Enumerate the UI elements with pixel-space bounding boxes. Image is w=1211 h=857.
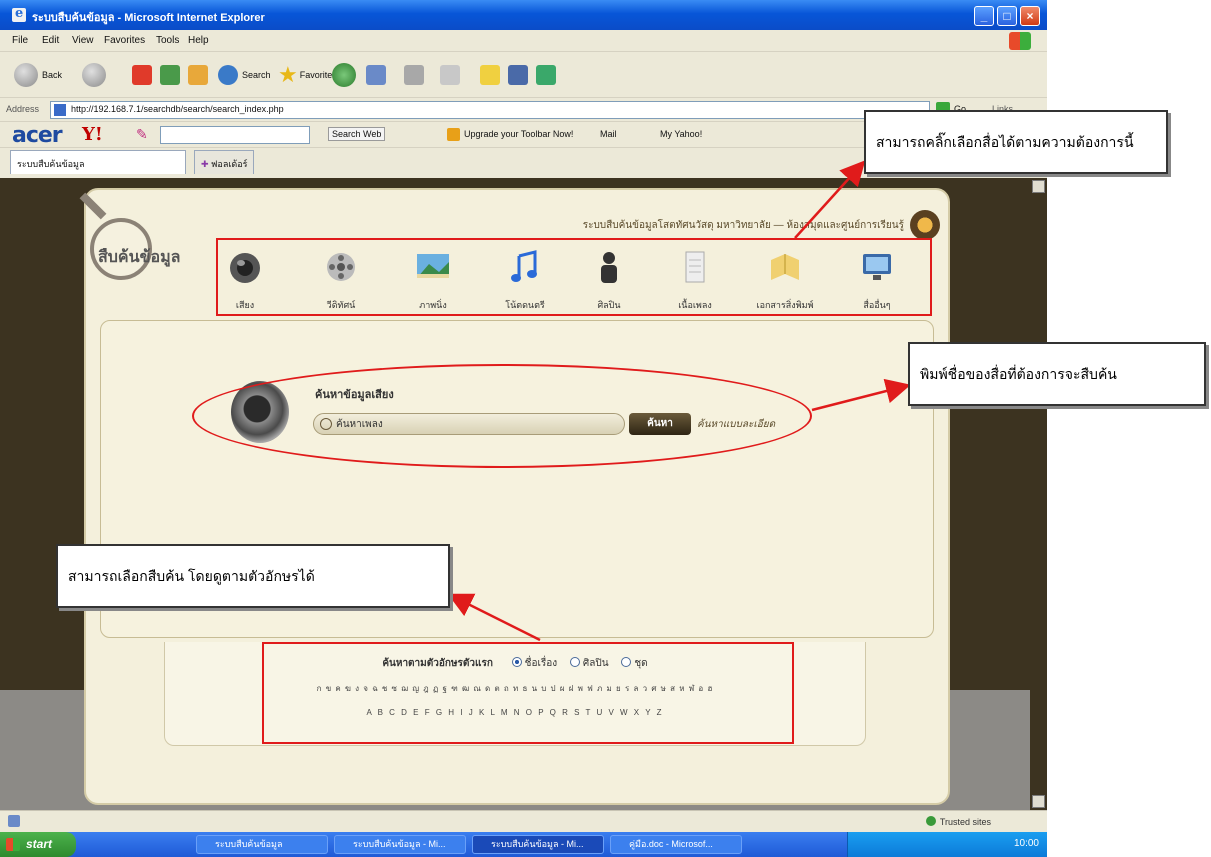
system-tray: 10:00: [847, 832, 1047, 857]
forward-button[interactable]: [82, 62, 106, 88]
mail-button[interactable]: [366, 62, 386, 88]
back-button[interactable]: Back: [14, 62, 62, 88]
messenger-button[interactable]: [536, 62, 556, 88]
menu-tools[interactable]: Tools: [156, 35, 179, 46]
windows-logo-icon: [1009, 32, 1031, 50]
vertical-scrollbar[interactable]: [1030, 178, 1047, 810]
mail-link[interactable]: Mail: [600, 129, 617, 139]
print-icon: [404, 65, 424, 85]
edit-button[interactable]: [440, 62, 460, 88]
notes-icon: [480, 65, 500, 85]
address-label: Address: [6, 104, 40, 114]
upgrade-toolbar-link[interactable]: Upgrade your Toolbar Now!: [464, 129, 573, 139]
taskbar-item[interactable]: คู่มือ.doc - Microsof...: [610, 835, 742, 854]
toolbar-search-input[interactable]: [160, 126, 310, 144]
taskbar-item-active[interactable]: ระบบสืบค้นข้อมูล - Mi...: [472, 835, 604, 854]
address-url: http://192.168.7.1/searchdb/search/searc…: [71, 104, 284, 114]
university-seal-icon: [910, 210, 940, 240]
annotation-box-categories: [216, 238, 932, 316]
home-icon: [188, 65, 208, 85]
notes-button[interactable]: [480, 62, 500, 88]
menu-file[interactable]: File: [12, 35, 28, 46]
history-button[interactable]: [332, 62, 356, 88]
page-status-icon: [8, 815, 20, 827]
mail-icon: [366, 65, 386, 85]
taskbar: start ระบบสืบค้นข้อมูล ระบบสืบค้นข้อมูล …: [0, 832, 1047, 857]
menu-favorites[interactable]: Favorites: [104, 35, 145, 46]
research-button[interactable]: [508, 62, 528, 88]
favorites-button[interactable]: ★ Favorites: [278, 62, 337, 88]
messenger-icon: [536, 65, 556, 85]
menu-help[interactable]: Help: [188, 35, 209, 46]
tab-label: ฟอลเด้อร์: [211, 159, 248, 169]
stop-button[interactable]: [132, 62, 152, 88]
research-icon: [508, 65, 528, 85]
back-label: Back: [42, 70, 63, 80]
site-header-text: ระบบสืบค้นข้อมูลโสตทัศนวัสดุ มหาวิทยาลัย…: [582, 220, 904, 231]
windows-flag-icon: [6, 838, 20, 851]
window-title: ระบบสืบค้นข้อมูล - Microsoft Internet Ex…: [32, 12, 265, 24]
search-button[interactable]: Search: [218, 62, 271, 88]
tab-search-system[interactable]: ระบบสืบค้นข้อมูล: [10, 150, 186, 174]
my-yahoo-link[interactable]: My Yahoo!: [660, 129, 702, 139]
callout-select-media: สามารถคลิ๊กเลือกสื่อได้ตามความต้องการนี้: [864, 110, 1168, 174]
refresh-icon: [160, 65, 180, 85]
tab-label: ระบบสืบค้นข้อมูล: [17, 159, 85, 169]
status-bar: Trusted sites: [0, 810, 1047, 832]
search-label: Search: [242, 70, 271, 80]
standard-toolbar: Back Search ★ Favorites: [0, 52, 1047, 98]
annotation-box-alphabet: [262, 642, 794, 744]
close-button[interactable]: ×: [1020, 6, 1040, 26]
search-icon: [218, 65, 238, 85]
scroll-up-arrow-icon[interactable]: [1032, 180, 1045, 193]
search-web-button[interactable]: Search Web: [328, 127, 386, 141]
clock: 10:00: [1013, 838, 1039, 849]
acer-logo: acer: [12, 123, 63, 148]
menu-view[interactable]: View: [72, 35, 94, 46]
callout-browse-alphabet: สามารถเลือกสืบค้น โดยดูตามตัวอักษรได้: [56, 544, 450, 608]
ie-icon: [12, 6, 26, 22]
pencil-icon[interactable]: ✎: [136, 126, 148, 143]
security-zone: Trusted sites: [926, 816, 991, 827]
new-tab-icon: ✚: [201, 159, 212, 169]
page-icon: [54, 104, 66, 116]
maximize-button[interactable]: □: [997, 6, 1017, 26]
home-button[interactable]: [188, 62, 208, 88]
annotation-ellipse-search: [192, 364, 812, 468]
title-bar: ระบบสืบค้นข้อมูล - Microsoft Internet Ex…: [0, 0, 1047, 30]
star-icon: ★: [278, 62, 298, 87]
warning-icon: [447, 128, 460, 141]
address-field[interactable]: http://192.168.7.1/searchdb/search/searc…: [50, 101, 930, 119]
menu-edit[interactable]: Edit: [42, 35, 59, 46]
refresh-button[interactable]: [160, 62, 180, 88]
minimize-button[interactable]: _: [974, 6, 994, 26]
print-button[interactable]: [404, 62, 424, 88]
history-icon: [332, 63, 356, 87]
forward-arrow-icon: [82, 63, 106, 87]
scroll-down-arrow-icon[interactable]: [1032, 795, 1045, 808]
edit-icon: [440, 65, 460, 85]
tab-new[interactable]: ✚ ฟอลเด้อร์: [194, 150, 254, 174]
taskbar-item[interactable]: ระบบสืบค้นข้อมูล: [196, 835, 328, 854]
menu-bar: File Edit View Favorites Tools Help: [0, 30, 1047, 52]
taskbar-item[interactable]: ระบบสืบค้นข้อมูล - Mi...: [334, 835, 466, 854]
magnifier-handle: [79, 192, 107, 220]
back-arrow-icon: [14, 63, 38, 87]
yahoo-logo[interactable]: Y!: [82, 124, 103, 145]
stop-icon: [132, 65, 152, 85]
callout-type-media-name: พิมพ์ชื่อของสื่อที่ต้องการจะสืบค้น: [908, 342, 1206, 406]
site-logo-text: สืบค้นข้อมูล: [98, 247, 181, 266]
